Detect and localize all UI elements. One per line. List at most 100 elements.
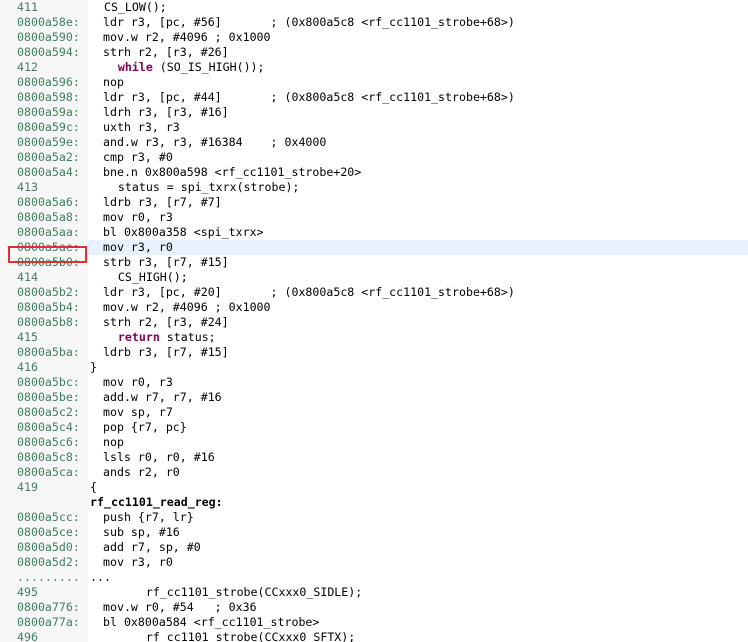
- instruction-text: push {r7, lr}: [103, 510, 194, 524]
- instruction-text: ldr r3, [pc, #44] ; (0x800a5c8 <rf_cc110…: [103, 90, 515, 104]
- asm-line[interactable]: 0800a5ce: sub sp, #16: [0, 525, 748, 540]
- instruction-text: bl 0x800a584 <rf_cc1101_strobe>: [103, 615, 320, 629]
- asm-line[interactable]: 0800a5be: add.w r7, r7, #16: [0, 390, 748, 405]
- source-line-number: 411: [17, 0, 38, 14]
- asm-line[interactable]: 0800a5d0: add r7, sp, #0: [0, 540, 748, 555]
- keyword: while: [117, 60, 153, 74]
- instruction-address: 0800a5c2:: [17, 405, 80, 419]
- source-line-number: 495: [17, 585, 38, 599]
- instruction-text: mov r0, r3: [103, 375, 173, 389]
- asm-line[interactable]: 0800a5a2: cmp r3, #0: [0, 150, 748, 165]
- source-line[interactable]: 413 status = spi_txrx(strobe);: [0, 180, 748, 195]
- asm-line[interactable]: 0800a5c8: lsls r0, r0, #16: [0, 450, 748, 465]
- source-text: status = spi_txrx(strobe);: [90, 180, 300, 194]
- asm-line[interactable]: 0800a5d2: mov r3, r0: [0, 555, 748, 570]
- asm-line[interactable]: 0800a59c: uxth r3, r3: [0, 120, 748, 135]
- disassembly-view[interactable]: 411 CS_LOW(); 0800a58e: ldr r3, [pc, #56] …: [0, 0, 748, 642]
- asm-line[interactable]: 0800a5c6: nop: [0, 435, 748, 450]
- source-line[interactable]: 496 rf_cc1101_strobe(CCxxx0_SFTX);: [0, 630, 748, 642]
- source-text: ...: [90, 570, 111, 584]
- asm-line[interactable]: 0800a58e: ldr r3, [pc, #56] ; (0x800a5c8 …: [0, 15, 748, 30]
- instruction-text: strh r2, [r3, #26]: [103, 45, 229, 59]
- source-line-number: 414: [17, 270, 38, 284]
- line-gutter: [0, 360, 88, 375]
- instruction-address: 0800a5c8:: [17, 450, 80, 464]
- source-text: rf_cc1101_strobe(CCxxx0_SFTX);: [90, 630, 356, 642]
- instruction-text: mov r3, r0: [103, 555, 173, 569]
- instruction-address: 0800a5cc:: [17, 510, 80, 524]
- source-line[interactable]: 415 return status;: [0, 330, 748, 345]
- instruction-text: pop {r7, pc}: [103, 420, 187, 434]
- instruction-address: 0800a776:: [17, 600, 80, 614]
- source-line-number: 416: [17, 360, 38, 374]
- asm-line[interactable]: 0800a5c4: pop {r7, pc}: [0, 420, 748, 435]
- instruction-address: 0800a58e:: [17, 15, 80, 29]
- asm-line[interactable]: 0800a5ba: ldrb r3, [r7, #15]: [0, 345, 748, 360]
- instruction-text: ldr r3, [pc, #56] ; (0x800a5c8 <rf_cc110…: [103, 15, 515, 29]
- instruction-text: ldrb r3, [r7, #7]: [103, 195, 222, 209]
- instruction-text: mov r0, r3: [103, 210, 173, 224]
- instruction-text: nop: [103, 75, 124, 89]
- instruction-address: 0800a596:: [17, 75, 80, 89]
- source-line-number: 413: [17, 180, 38, 194]
- instruction-text: ands r2, r0: [103, 465, 180, 479]
- instruction-address: 0800a5d0:: [17, 540, 80, 554]
- source-line[interactable]: 495 rf_cc1101_strobe(CCxxx0_SIDLE);: [0, 585, 748, 600]
- source-line[interactable]: 414 CS_HIGH();: [0, 270, 748, 285]
- instruction-text: mov.w r2, #4096 ; 0x1000: [103, 30, 271, 44]
- asm-line[interactable]: 0800a5c2: mov sp, r7: [0, 405, 748, 420]
- instruction-address: 0800a59c:: [17, 120, 80, 134]
- source-line[interactable]: 411 CS_LOW();: [0, 0, 748, 15]
- source-line[interactable]: 419 {: [0, 480, 748, 495]
- asm-line[interactable]: 0800a5bc: mov r0, r3: [0, 375, 748, 390]
- instruction-text: mov r3, r0: [103, 240, 173, 254]
- source-line[interactable]: ............: [0, 570, 748, 585]
- instruction-text: bl 0x800a358 <spi_txrx>: [103, 225, 264, 239]
- source-text: CS_HIGH();: [90, 270, 188, 284]
- instruction-address: 0800a5a4:: [17, 165, 80, 179]
- line-gutter: [0, 495, 88, 510]
- instruction-address: 0800a594:: [17, 45, 80, 59]
- asm-line[interactable]: 0800a5b2: ldr r3, [pc, #20] ; (0x800a5c8 …: [0, 285, 748, 300]
- instruction-address: 0800a590:: [17, 30, 80, 44]
- asm-line[interactable]: 0800a590: mov.w r2, #4096 ; 0x1000: [0, 30, 748, 45]
- asm-line[interactable]: 0800a5b8: strh r2, [r3, #24]: [0, 315, 748, 330]
- asm-line[interactable]: 0800a5a6: ldrb r3, [r7, #7]: [0, 195, 748, 210]
- instruction-address: 0800a5a6:: [17, 195, 80, 209]
- source-line[interactable]: 416}: [0, 360, 748, 375]
- asm-line[interactable]: 0800a776: mov.w r0, #54 ; 0x36: [0, 600, 748, 615]
- line-gutter: [0, 0, 88, 15]
- asm-line[interactable]: 0800a596: nop: [0, 75, 748, 90]
- asm-line[interactable]: 0800a59e: and.w r3, r3, #16384 ; 0x4000: [0, 135, 748, 150]
- source-text: }: [90, 360, 97, 374]
- asm-line[interactable]: 0800a77a: bl 0x800a584 <rf_cc1101_strobe>: [0, 615, 748, 630]
- asm-line[interactable]: 0800a5a4: bne.n 0x800a598 <rf_cc1101_stro…: [0, 165, 748, 180]
- instruction-text: lsls r0, r0, #16: [103, 450, 215, 464]
- instruction-text: ldrh r3, [r3, #16]: [103, 105, 229, 119]
- instruction-text: strh r2, [r3, #24]: [103, 315, 229, 329]
- source-line[interactable]: rf_cc1101_read_reg:: [0, 495, 748, 510]
- instruction-text: nop: [103, 435, 124, 449]
- source-text: while (SO_IS_HIGH());: [90, 60, 265, 75]
- asm-line[interactable]: 0800a5b4: mov.w r2, #4096 ; 0x1000: [0, 300, 748, 315]
- asm-line[interactable]: 0800a5ae: mov r3, r0: [0, 240, 748, 255]
- instruction-text: ldr r3, [pc, #20] ; (0x800a5c8 <rf_cc110…: [103, 285, 515, 299]
- instruction-address: 0800a5a8:: [17, 210, 80, 224]
- instruction-address: 0800a5c4:: [17, 420, 80, 434]
- asm-line[interactable]: 0800a5aa: bl 0x800a358 <spi_txrx>: [0, 225, 748, 240]
- asm-line[interactable]: 0800a5ca: ands r2, r0: [0, 465, 748, 480]
- source-text: {: [90, 480, 97, 494]
- asm-line[interactable]: 0800a598: ldr r3, [pc, #44] ; (0x800a5c8 …: [0, 90, 748, 105]
- instruction-text: bne.n 0x800a598 <rf_cc1101_strobe+20>: [103, 165, 362, 179]
- code-fragment: (SO_IS_HIGH());: [152, 60, 265, 74]
- asm-line[interactable]: 0800a5b0: strb r3, [r7, #15]: [0, 255, 748, 270]
- source-line[interactable]: 412 while (SO_IS_HIGH());: [0, 60, 748, 75]
- line-gutter: [0, 585, 88, 600]
- instruction-text: mov sp, r7: [103, 405, 173, 419]
- asm-line[interactable]: 0800a594: strh r2, [r3, #26]: [0, 45, 748, 60]
- instruction-text: sub sp, #16: [103, 525, 180, 539]
- function-label: rf_cc1101_read_reg:: [90, 495, 223, 509]
- asm-line[interactable]: 0800a59a: ldrh r3, [r3, #16]: [0, 105, 748, 120]
- asm-line[interactable]: 0800a5cc: push {r7, lr}: [0, 510, 748, 525]
- asm-line[interactable]: 0800a5a8: mov r0, r3: [0, 210, 748, 225]
